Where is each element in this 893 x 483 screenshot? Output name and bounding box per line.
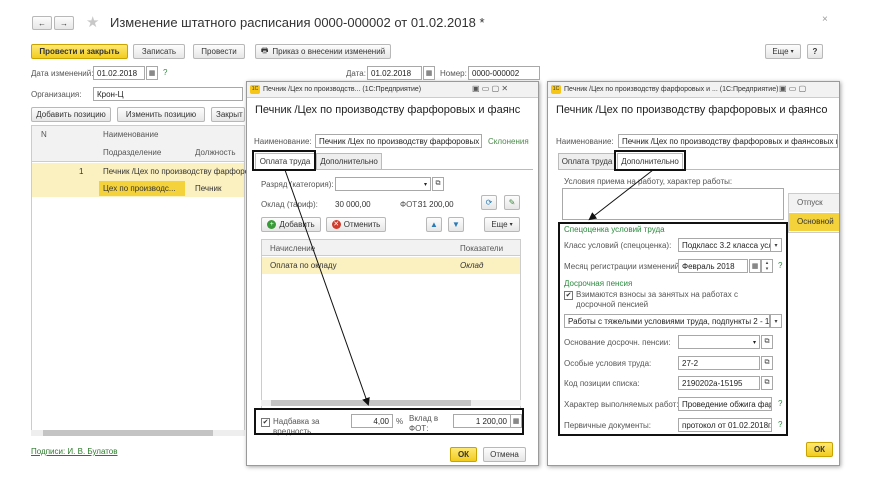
arrow-to-hazard: [284, 169, 370, 406]
annotation-arrows: [284, 169, 654, 406]
arrow-to-spec: [588, 169, 654, 221]
